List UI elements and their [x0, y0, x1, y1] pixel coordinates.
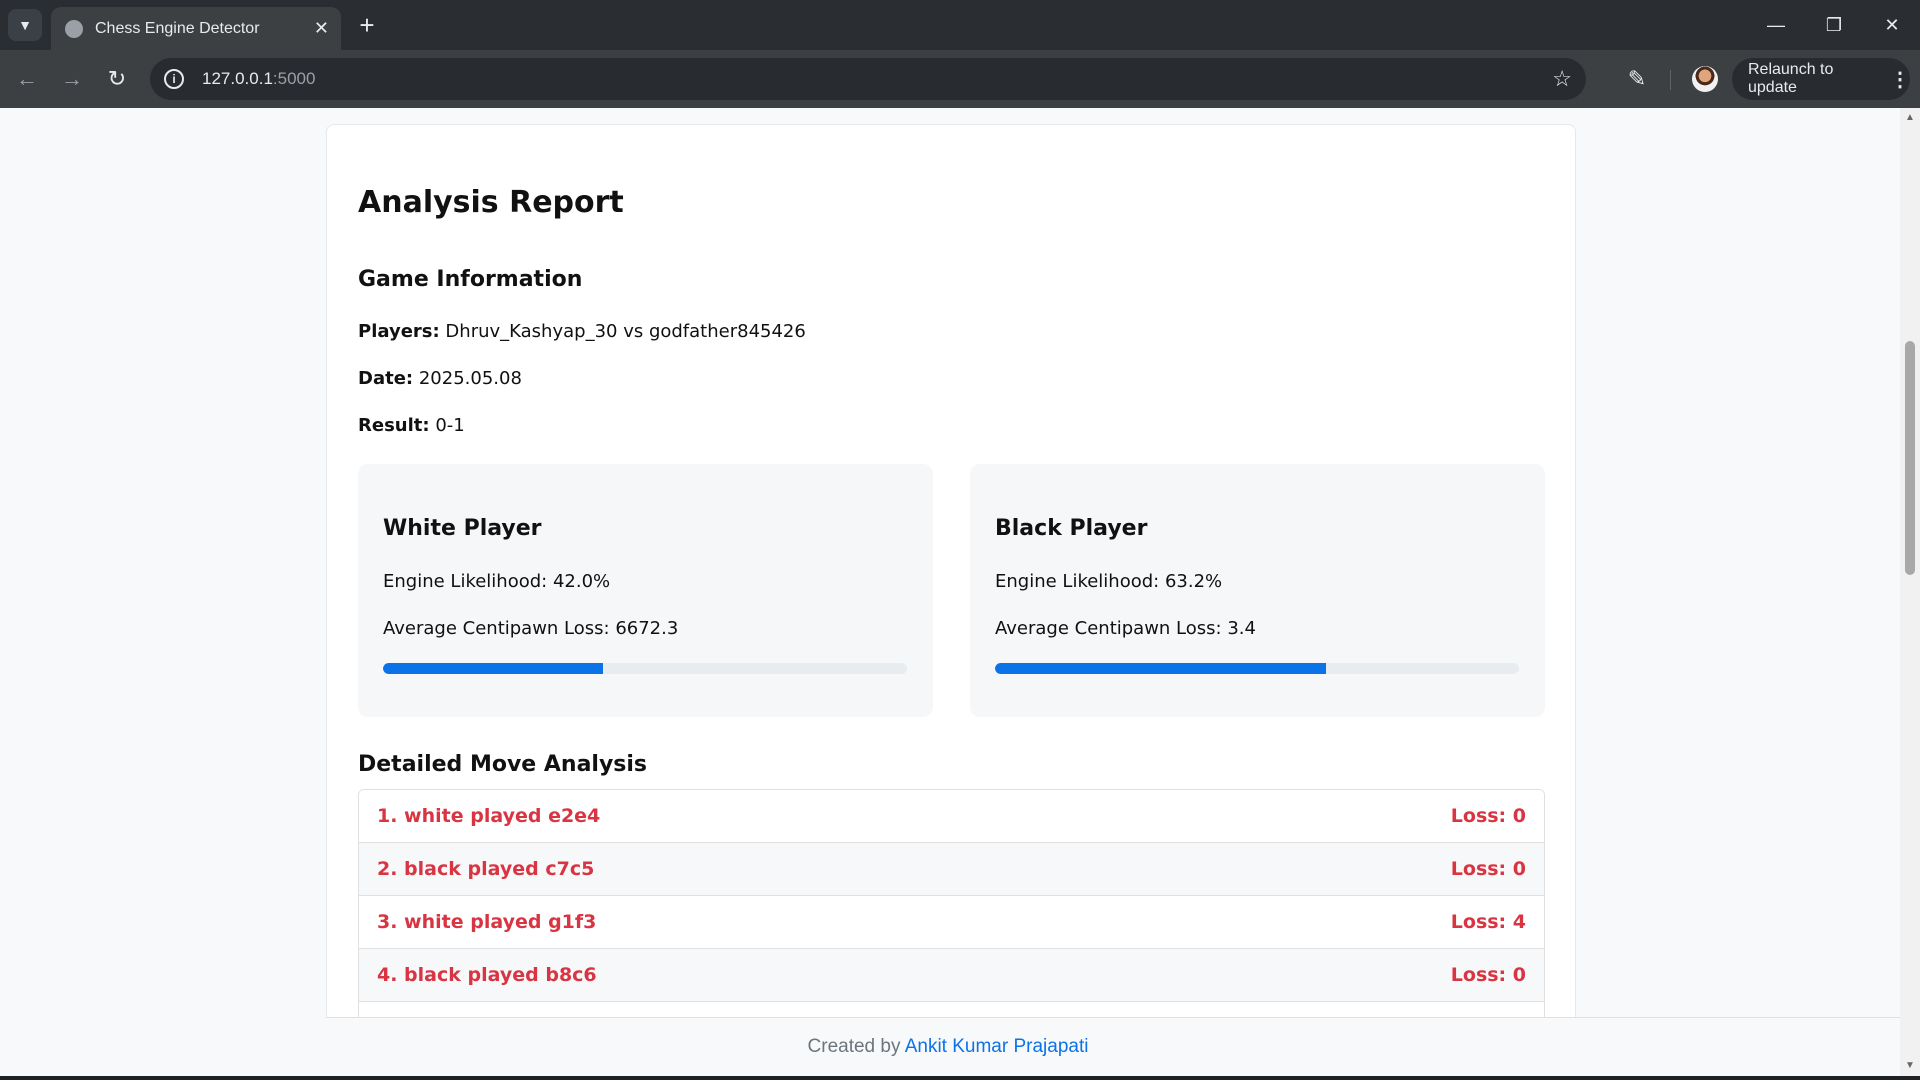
move-label: 2. black played c7c5 [377, 858, 595, 880]
black-player-title: Black Player [995, 516, 1148, 541]
restore-icon: ❐ [1825, 14, 1843, 35]
bookmark-star-icon[interactable]: ☆ [1552, 66, 1572, 92]
close-tab-icon[interactable]: ✕ [314, 18, 329, 39]
close-window-button[interactable]: ✕ [1864, 0, 1920, 50]
browser-tabstrip: ▼ Chess Engine Detector ✕ + — ❐ ✕ [0, 0, 1920, 50]
move-analysis-heading: Detailed Move Analysis [358, 752, 648, 777]
arrow-left-icon: ← [16, 66, 38, 91]
tab-search-button[interactable]: ▼ [8, 9, 42, 41]
result-line: Result: 0-1 [358, 415, 465, 436]
toolbar-divider [1670, 70, 1671, 90]
plus-icon: + [359, 9, 375, 40]
result-label: Result: [358, 415, 430, 436]
close-icon: ✕ [1884, 14, 1900, 35]
game-info-heading: Game Information [358, 267, 583, 292]
minimize-button[interactable]: — [1748, 0, 1804, 50]
move-loss: Loss: 4 [1450, 911, 1526, 933]
white-progress-fill [383, 663, 604, 674]
move-row: 2. black played c7c5 Loss: 0 [359, 843, 1544, 896]
date-value: 2025.05.08 [418, 368, 522, 389]
white-avg-loss: Average Centipawn Loss: 6672.3 [383, 618, 679, 639]
scroll-thumb[interactable] [1905, 341, 1915, 575]
move-loss: Loss: 0 [1450, 964, 1526, 986]
globe-icon [65, 19, 83, 38]
page-scrollbar[interactable]: ▲ ▼ [1900, 108, 1920, 1076]
black-avg-loss: Average Centipawn Loss: 3.4 [995, 618, 1256, 639]
result-value: 0-1 [435, 415, 465, 436]
move-label: 1. white played e2e4 [377, 805, 601, 827]
white-engine-likelihood: Engine Likelihood: 42.0% [383, 571, 611, 592]
move-label: 3. white played g1f3 [377, 911, 597, 933]
page-viewport: Analysis Report Game Information Players… [0, 108, 1920, 1076]
reload-icon: ↻ [107, 66, 127, 91]
move-row: 4. black played b8c6 Loss: 0 [359, 949, 1544, 1002]
black-progress-fill [995, 663, 1327, 674]
black-progress-bar [995, 663, 1519, 674]
players-value: Dhruv_Kashyap_30 vs godfather845426 [445, 321, 806, 342]
page-title: Analysis Report [358, 185, 624, 220]
move-list: 1. white played e2e4 Loss: 0 2. black pl… [358, 789, 1545, 1056]
players-label: Players: [358, 321, 440, 342]
site-info-icon[interactable]: i [164, 69, 184, 89]
restore-button[interactable]: ❐ [1806, 0, 1862, 50]
move-loss: Loss: 0 [1450, 858, 1526, 880]
scroll-up-icon[interactable]: ▲ [1904, 112, 1916, 124]
relaunch-button[interactable]: Relaunch to update ⋮ [1732, 58, 1910, 100]
move-row: 1. white played e2e4 Loss: 0 [359, 790, 1544, 843]
url-text: 127.0.0.1:5000 [202, 69, 316, 88]
browser-tab[interactable]: Chess Engine Detector ✕ [51, 7, 341, 50]
minimize-icon: — [1767, 14, 1785, 35]
browser-toolbar: ← → ↻ i 127.0.0.1:5000 ☆ ✎ Relaunch to u… [0, 50, 1920, 108]
relaunch-label: Relaunch to update [1748, 61, 1834, 96]
players-line: Players: Dhruv_Kashyap_30 vs godfather84… [358, 321, 806, 342]
forward-button[interactable]: → [55, 62, 89, 96]
white-progress-bar [383, 663, 907, 674]
page-footer: Created by Ankit Kumar Prajapati [326, 1017, 1900, 1076]
profile-avatar[interactable] [1692, 66, 1718, 92]
more-menu-icon[interactable]: ⋮ [1890, 67, 1910, 92]
tab-title: Chess Engine Detector [95, 19, 260, 37]
report-card: Analysis Report Game Information Players… [326, 124, 1576, 1076]
move-loss: Loss: 0 [1450, 805, 1526, 827]
black-player-card: Black Player Engine Likelihood: 63.2% Av… [970, 464, 1545, 717]
window-bottom-edge [0, 1076, 1920, 1080]
chevron-down-icon: ▼ [18, 17, 32, 33]
date-label: Date: [358, 368, 414, 389]
move-label: 4. black played b8c6 [377, 964, 597, 986]
back-button[interactable]: ← [10, 62, 44, 96]
move-row: 3. white played g1f3 Loss: 4 [359, 896, 1544, 949]
new-tab-button[interactable]: + [351, 9, 383, 41]
address-bar[interactable]: i 127.0.0.1:5000 ☆ [150, 58, 1586, 100]
black-engine-likelihood: Engine Likelihood: 63.2% [995, 571, 1223, 592]
scroll-down-icon[interactable]: ▼ [1904, 1060, 1916, 1072]
white-player-title: White Player [383, 516, 542, 541]
reload-button[interactable]: ↻ [100, 62, 134, 96]
footer-prefix: Created by [807, 1036, 901, 1057]
date-line: Date: 2025.05.08 [358, 368, 522, 389]
white-player-card: White Player Engine Likelihood: 42.0% Av… [358, 464, 933, 717]
footer-text: Created by Ankit Kumar Prajapati [808, 1036, 1089, 1058]
author-link[interactable]: Ankit Kumar Prajapati [905, 1036, 1089, 1057]
arrow-right-icon: → [61, 66, 83, 91]
extensions-button[interactable]: ✎ [1620, 62, 1654, 96]
puzzle-icon: ✎ [1627, 66, 1647, 91]
